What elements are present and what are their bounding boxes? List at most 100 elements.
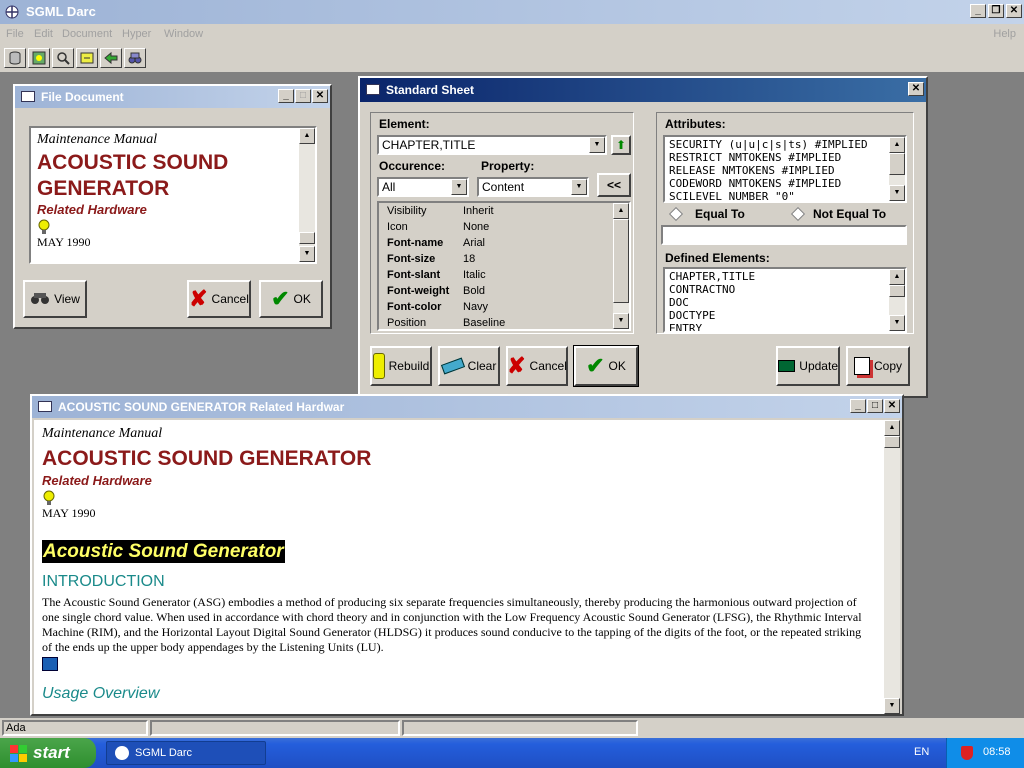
language-indicator[interactable]: EN xyxy=(914,746,929,758)
defined-elements-list[interactable]: CHAPTER,TITLE CONTRACTNO DOC DOCTYPE ENTRY ▲… xyxy=(663,267,907,333)
maximize-button[interactable]: □ xyxy=(867,399,883,413)
chevron-down-icon[interactable]: ▼ xyxy=(451,179,467,195)
document-scrollbar[interactable]: ▲ ▼ xyxy=(884,420,900,714)
open-icon[interactable] xyxy=(76,48,98,68)
maximize-button[interactable]: □ xyxy=(295,89,311,103)
scroll-thumb[interactable] xyxy=(889,285,905,297)
menu-document[interactable]: Document xyxy=(62,24,112,44)
scroll-up-icon[interactable]: ▲ xyxy=(889,269,905,285)
scroll-down-icon[interactable]: ▼ xyxy=(889,315,905,331)
minimize-button[interactable]: _ xyxy=(850,399,866,413)
preview-scrollbar[interactable]: ▲ ▼ xyxy=(299,128,315,262)
property-row[interactable]: Font-color Navy xyxy=(387,299,621,315)
ok-button[interactable]: ✔ OK xyxy=(573,345,639,387)
property-value: 18 xyxy=(463,253,476,265)
minimize-button[interactable]: _ xyxy=(278,89,294,103)
scroll-thumb[interactable] xyxy=(889,153,905,175)
cancel-button[interactable]: ✘ Cancel xyxy=(506,346,568,386)
property-row[interactable]: Font-weight Bold xyxy=(387,283,621,299)
defined-scrollbar[interactable]: ▲ ▼ xyxy=(889,269,905,331)
back-button[interactable]: << xyxy=(597,173,631,197)
film-icon[interactable] xyxy=(42,657,58,671)
attribute-item[interactable]: RESTRICT NMTOKENS #IMPLIED xyxy=(669,151,901,164)
scroll-thumb[interactable] xyxy=(613,219,629,303)
shield-icon[interactable] xyxy=(961,746,973,760)
close-button[interactable]: ✕ xyxy=(884,399,900,413)
close-button[interactable]: ✕ xyxy=(908,82,924,96)
scroll-down-icon[interactable]: ▼ xyxy=(299,246,315,262)
close-button[interactable]: ✕ xyxy=(1006,4,1022,18)
start-button[interactable]: start xyxy=(0,738,96,768)
ok-button[interactable]: ✔ OK xyxy=(259,280,323,318)
property-row[interactable]: Icon None xyxy=(387,219,621,235)
attribute-item[interactable]: CODEWORD NMTOKENS #IMPLIED xyxy=(669,177,901,190)
menu-hyper[interactable]: Hyper xyxy=(122,24,151,44)
restore-button[interactable]: ❐ xyxy=(988,4,1004,18)
copy-label: Copy xyxy=(873,359,902,373)
attributes-list[interactable]: SECURITY (u|u|c|s|ts) #IMPLIED RESTRICT N… xyxy=(663,135,907,203)
property-select[interactable]: Content ▼ xyxy=(477,177,589,197)
document-heading: ACOUSTIC SOUND GENERATOR xyxy=(42,447,372,470)
settings-icon[interactable] xyxy=(28,48,50,68)
property-row[interactable]: Visibility Inherit xyxy=(387,203,621,219)
element-select[interactable]: CHAPTER,TITLE ▼ xyxy=(377,135,607,155)
find-icon[interactable] xyxy=(52,48,74,68)
scroll-down-icon[interactable]: ▼ xyxy=(613,313,629,329)
chevron-down-icon[interactable]: ▼ xyxy=(589,137,605,153)
view-button[interactable]: View xyxy=(23,280,87,318)
attribute-item[interactable]: SECURITY (u|u|c|s|ts) #IMPLIED xyxy=(669,138,901,151)
attributes-scrollbar[interactable]: ▲ ▼ xyxy=(889,137,905,201)
scroll-up-icon[interactable]: ▲ xyxy=(889,137,905,153)
scroll-down-icon[interactable]: ▼ xyxy=(884,698,900,714)
property-list[interactable]: Visibility Inherit Icon None Font-name Arial F… xyxy=(377,201,631,331)
chevron-down-icon[interactable]: ▼ xyxy=(571,179,587,195)
introduction-heading: INTRODUCTION xyxy=(42,573,165,590)
equal-to-radio[interactable]: Equal To xyxy=(668,206,745,222)
introduction-paragraph: The Acoustic Sound Generator (ASG) embod… xyxy=(42,595,862,654)
minimize-button[interactable]: _ xyxy=(970,4,986,18)
copy-button[interactable]: Copy xyxy=(846,346,910,386)
database-icon[interactable] xyxy=(4,48,26,68)
app-icon xyxy=(4,4,20,20)
property-row[interactable]: Font-name Arial xyxy=(387,235,621,251)
attribute-item[interactable]: RELEASE NMTOKENS #IMPLIED xyxy=(669,164,901,177)
scroll-up-icon[interactable]: ▲ xyxy=(884,420,900,436)
back-icon[interactable] xyxy=(100,48,122,68)
attribute-value-input[interactable] xyxy=(661,225,907,245)
rebuild-icon xyxy=(372,353,385,379)
rebuild-button[interactable]: Rebuild xyxy=(370,346,432,386)
scroll-down-icon[interactable]: ▼ xyxy=(889,185,905,201)
property-scrollbar[interactable]: ▲ ▼ xyxy=(613,203,629,329)
scroll-thumb[interactable] xyxy=(299,232,315,244)
taskbar: start SGML Darc EN 08:58 xyxy=(0,738,1024,768)
update-button[interactable]: Update xyxy=(776,346,840,386)
scroll-up-icon[interactable]: ▲ xyxy=(613,203,629,219)
not-equal-to-radio[interactable]: Not Equal To xyxy=(790,206,886,222)
section-title-highlight[interactable]: Acoustic Sound Generator xyxy=(42,540,285,563)
defined-element-item[interactable]: CHAPTER,TITLE xyxy=(669,270,901,283)
property-row[interactable]: Font-slant Italic xyxy=(387,267,621,283)
menu-help[interactable]: Help xyxy=(993,24,1016,44)
scroll-thumb[interactable] xyxy=(884,436,900,448)
property-row[interactable]: Font-size 18 xyxy=(387,251,621,267)
taskbar-item-sgml-darc[interactable]: SGML Darc xyxy=(106,741,266,765)
attribute-item[interactable]: SCILEVEL NUMBER "0" xyxy=(669,190,901,201)
clear-button[interactable]: Clear xyxy=(438,346,500,386)
menu-edit[interactable]: Edit xyxy=(34,24,53,44)
defined-element-item[interactable]: DOCTYPE xyxy=(669,309,901,322)
property-key: Position xyxy=(387,317,427,329)
defined-element-item[interactable]: CONTRACTNO xyxy=(669,283,901,296)
close-button[interactable]: ✕ xyxy=(312,89,328,103)
doc-date: MAY 1990 xyxy=(42,506,96,520)
binoculars-icon[interactable] xyxy=(124,48,146,68)
property-row[interactable]: Position Baseline xyxy=(387,315,621,329)
attributes-group: Attributes: SECURITY (u|u|c|s|ts) #IMPLI… xyxy=(656,112,914,334)
menu-window[interactable]: Window xyxy=(164,24,203,44)
occurrence-select[interactable]: All ▼ xyxy=(377,177,469,197)
defined-element-item[interactable]: DOC xyxy=(669,296,901,309)
cancel-button[interactable]: ✘ Cancel xyxy=(187,280,251,318)
menu-file[interactable]: File xyxy=(6,24,24,44)
scroll-up-icon[interactable]: ▲ xyxy=(299,128,315,144)
go-up-button[interactable]: ⬆ xyxy=(611,135,631,155)
defined-element-item[interactable]: ENTRY xyxy=(669,322,901,331)
